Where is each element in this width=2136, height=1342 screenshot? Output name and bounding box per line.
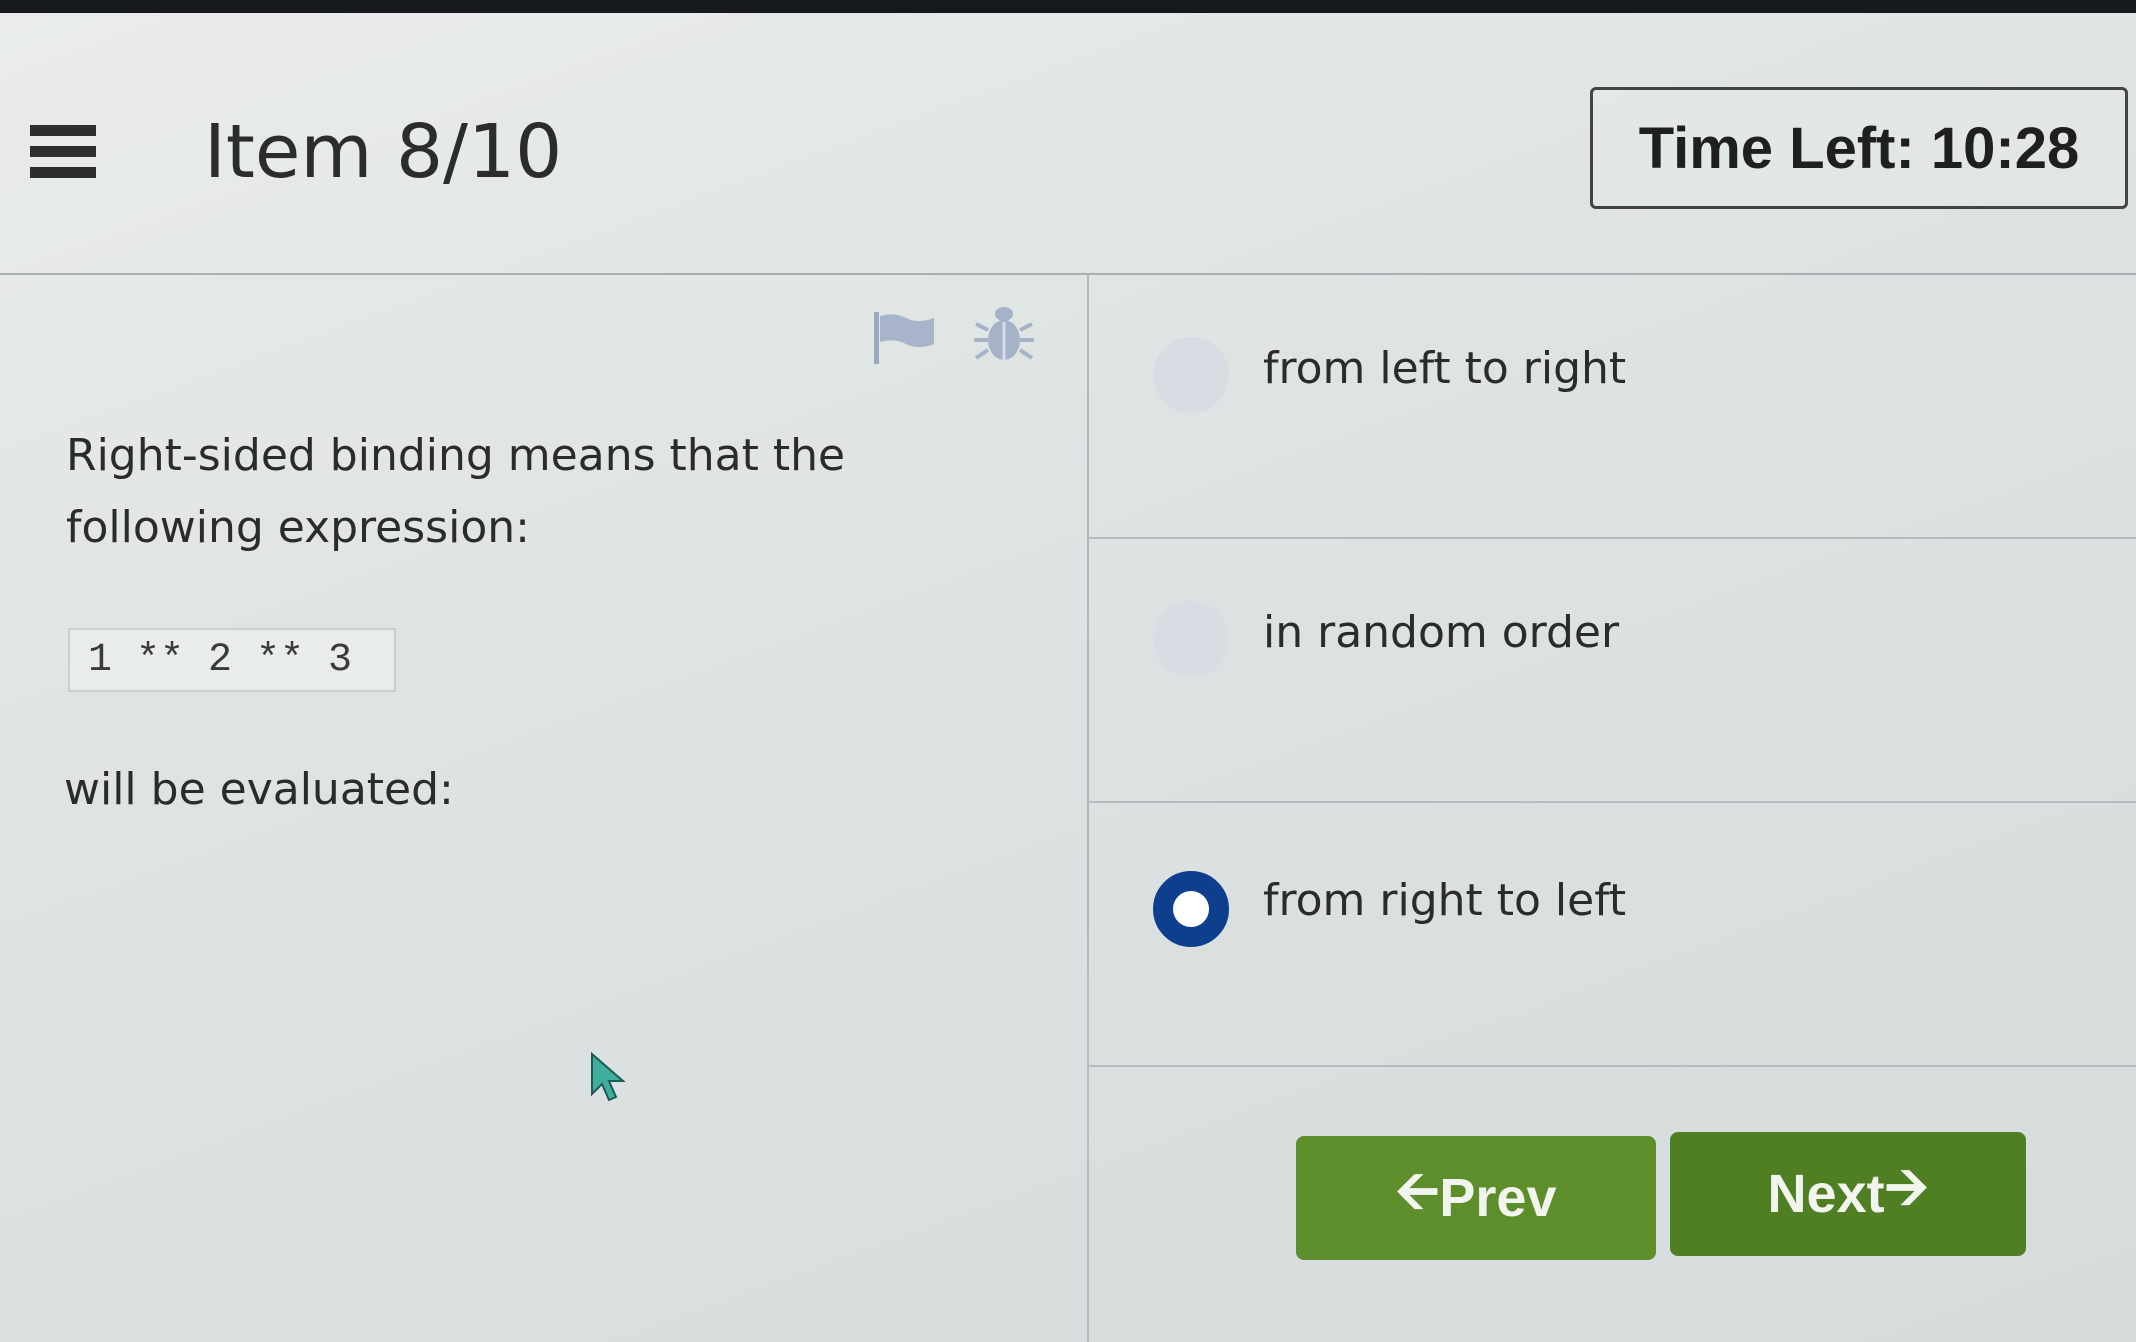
- question-tail-text: will be evaluated:: [64, 764, 454, 815]
- option-divider: [1089, 1065, 2136, 1067]
- radio-button[interactable]: [1153, 601, 1229, 677]
- item-counter: Item 8/10: [204, 109, 563, 195]
- flag-icon[interactable]: [872, 312, 938, 364]
- arrow-left-icon: 🡨: [1395, 1161, 1440, 1221]
- next-label: Next: [1767, 1164, 1885, 1224]
- code-snippet: 1 ** 2 ** 3: [68, 628, 396, 692]
- option-divider: [1089, 801, 2136, 803]
- hamburger-menu-icon[interactable]: [30, 125, 100, 187]
- option-from-right-to-left[interactable]: from right to left: [1089, 805, 2136, 1069]
- question-text: Right-sided binding means that the follo…: [66, 430, 846, 553]
- arrow-right-icon: 🡪: [1884, 1157, 1929, 1217]
- bug-icon[interactable]: [972, 302, 1036, 366]
- option-in-random-order[interactable]: in random order: [1089, 539, 2136, 803]
- mouse-cursor-icon: [591, 1052, 626, 1102]
- next-button[interactable]: Next 🡪: [1670, 1132, 2026, 1256]
- time-left-timer: Time Left: 10:28: [1590, 87, 2128, 209]
- option-label: from right to left: [1263, 875, 1627, 926]
- prev-button[interactable]: 🡨 Prev: [1296, 1136, 1656, 1260]
- prev-label: Prev: [1439, 1168, 1557, 1228]
- radio-button[interactable]: [1153, 337, 1229, 413]
- radio-button-selected[interactable]: [1153, 871, 1229, 947]
- option-label: in random order: [1263, 607, 1620, 658]
- top-bar-strip: [0, 0, 2136, 13]
- option-label: from left to right: [1263, 343, 1627, 394]
- option-from-left-to-right[interactable]: from left to right: [1089, 275, 2136, 539]
- header: Item 8/10 Time Left: 10:28: [0, 13, 2136, 275]
